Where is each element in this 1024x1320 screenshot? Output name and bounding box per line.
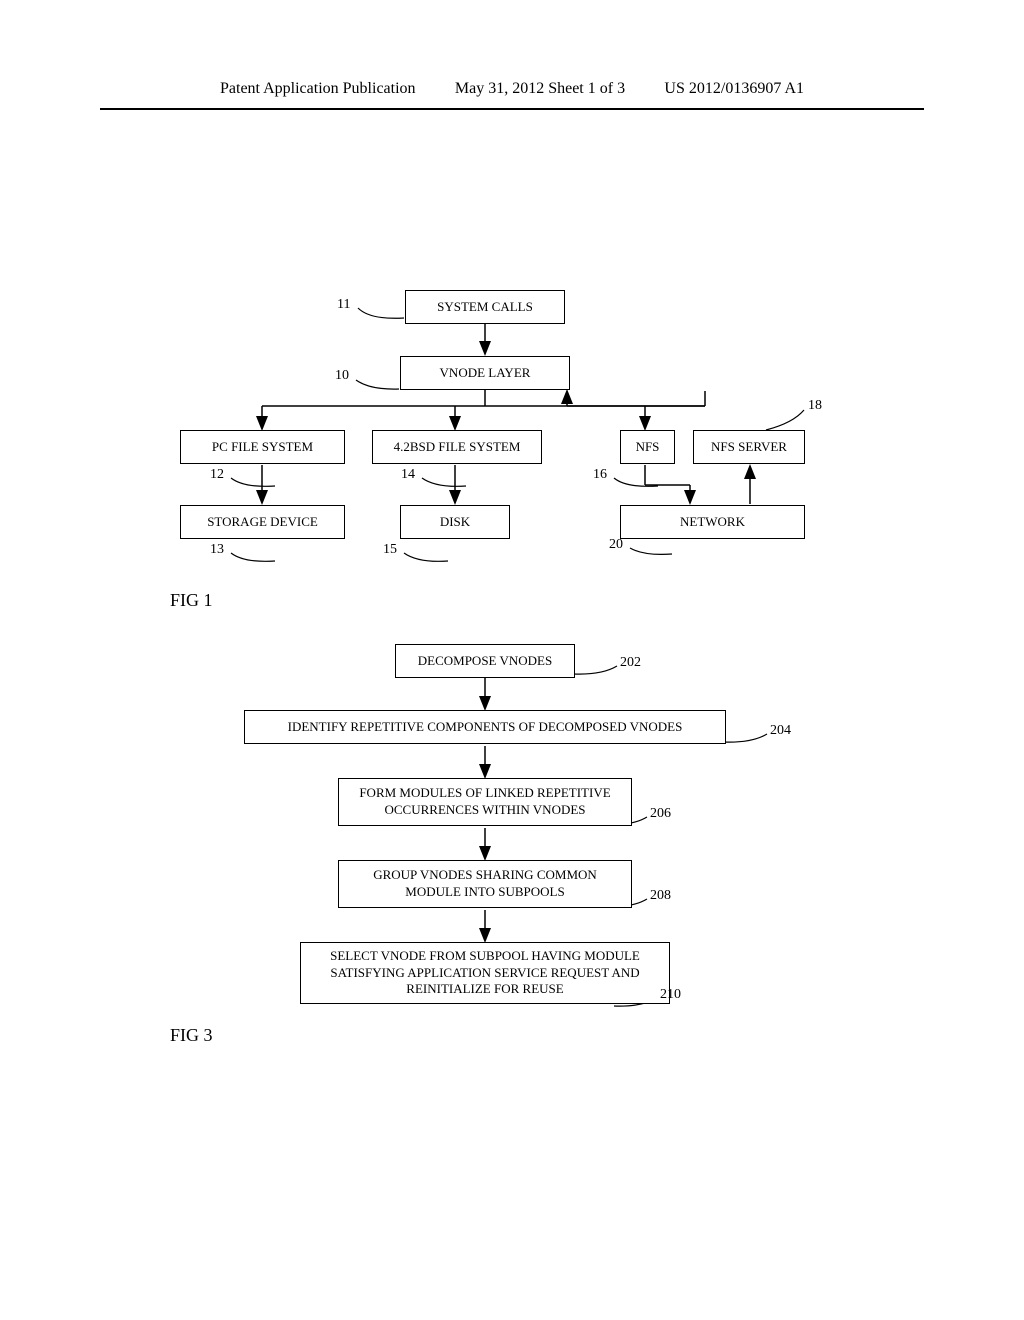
text-storage: STORAGE DEVICE (207, 514, 318, 531)
page-header: Patent Application Publication May 31, 2… (100, 0, 924, 110)
text-vnode-layer: VNODE LAYER (440, 365, 531, 382)
header-right: US 2012/0136907 A1 (664, 80, 804, 98)
box-vnode-layer: VNODE LAYER (400, 356, 570, 390)
box-step-210: SELECT VNODE FROM SUBPOOL HAVING MODULE … (300, 942, 670, 1004)
fig1-caption: FIG 1 (170, 590, 213, 611)
label-204: 204 (770, 723, 791, 739)
box-step-208: GROUP VNODES SHARING COMMON MODULE INTO … (338, 860, 632, 908)
label-12: 12 (210, 467, 224, 483)
box-bsd-file-system: 4.2BSD FILE SYSTEM (372, 430, 542, 464)
text-system-calls: SYSTEM CALLS (437, 299, 533, 316)
label-206: 206 (650, 806, 671, 822)
label-16: 16 (593, 467, 607, 483)
text-step-202: DECOMPOSE VNODES (418, 653, 552, 670)
box-storage-device: STORAGE DEVICE (180, 505, 345, 539)
text-disk: DISK (440, 514, 470, 531)
box-step-202: DECOMPOSE VNODES (395, 644, 575, 678)
label-20: 20 (609, 537, 623, 553)
box-pc-file-system: PC FILE SYSTEM (180, 430, 345, 464)
box-nfs: NFS (620, 430, 675, 464)
fig3-caption: FIG 3 (170, 1025, 213, 1046)
box-step-204: IDENTIFY REPETITIVE COMPONENTS OF DECOMP… (244, 710, 726, 744)
text-nfs: NFS (636, 439, 660, 456)
label-18: 18 (808, 398, 822, 414)
box-network: NETWORK (620, 505, 805, 539)
label-15: 15 (383, 542, 397, 558)
text-nfs-server: NFS SERVER (711, 439, 787, 456)
text-step-204: IDENTIFY REPETITIVE COMPONENTS OF DECOMP… (288, 719, 683, 736)
box-step-206: FORM MODULES OF LINKED REPETITIVE OCCURR… (338, 778, 632, 826)
label-11: 11 (337, 297, 350, 313)
diagram-area: SYSTEM CALLS VNODE LAYER PC FILE SYSTEM … (0, 110, 1024, 1310)
text-bsd-fs: 4.2BSD FILE SYSTEM (394, 439, 521, 456)
label-13: 13 (210, 542, 224, 558)
text-pc-fs: PC FILE SYSTEM (212, 439, 313, 456)
text-step-206: FORM MODULES OF LINKED REPETITIVE OCCURR… (347, 785, 623, 819)
header-center: May 31, 2012 Sheet 1 of 3 (455, 80, 625, 98)
box-disk: DISK (400, 505, 510, 539)
text-step-208: GROUP VNODES SHARING COMMON MODULE INTO … (347, 867, 623, 901)
label-208: 208 (650, 888, 671, 904)
label-10: 10 (335, 368, 349, 384)
text-step-210: SELECT VNODE FROM SUBPOOL HAVING MODULE … (309, 948, 661, 999)
header-left: Patent Application Publication (220, 80, 416, 98)
label-210: 210 (660, 987, 681, 1003)
label-202: 202 (620, 655, 641, 671)
label-14: 14 (401, 467, 415, 483)
text-network: NETWORK (680, 514, 745, 531)
box-nfs-server: NFS SERVER (693, 430, 805, 464)
box-system-calls: SYSTEM CALLS (405, 290, 565, 324)
